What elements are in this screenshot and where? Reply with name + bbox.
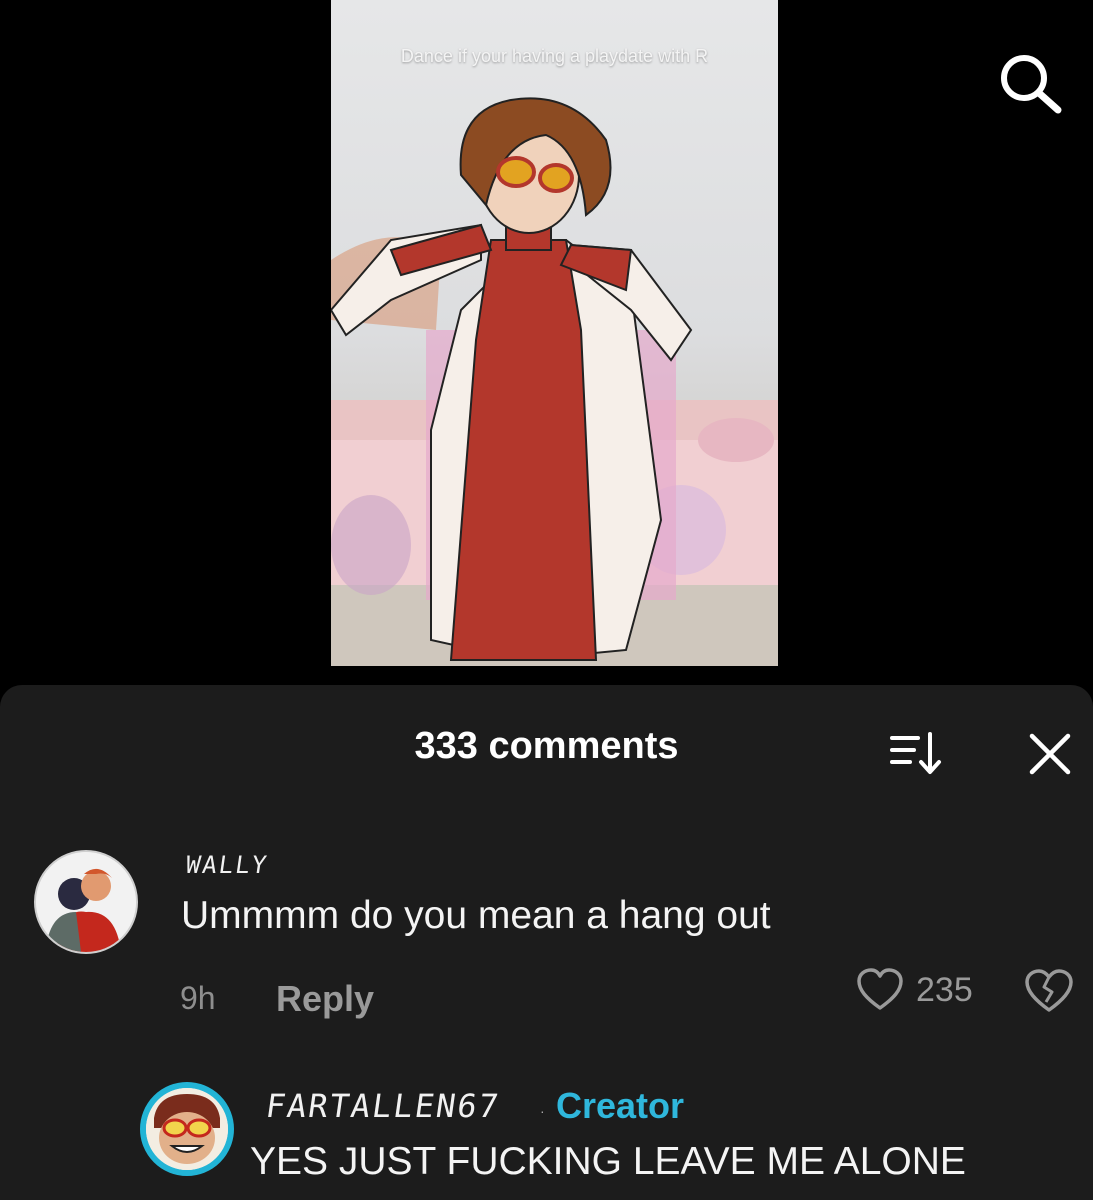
broken-heart-icon bbox=[1025, 969, 1073, 1012]
avatar[interactable] bbox=[34, 850, 138, 954]
comments-panel: 333 comments WALLY Ummmm do you mean a h… bbox=[0, 685, 1093, 1200]
comment-text: Ummmm do you mean a hang out bbox=[181, 894, 771, 937]
reply-button[interactable]: Reply bbox=[276, 978, 374, 1020]
avatar-image bbox=[146, 1088, 228, 1170]
comment-username[interactable]: FARTALLEN67 bbox=[263, 1087, 502, 1125]
close-icon bbox=[1029, 733, 1071, 775]
sort-icon bbox=[890, 732, 941, 774]
creator-avatar[interactable] bbox=[140, 1082, 234, 1176]
video-artwork bbox=[331, 97, 778, 666]
close-button[interactable] bbox=[1026, 730, 1074, 778]
like-button[interactable] bbox=[856, 968, 904, 1012]
search-button[interactable] bbox=[996, 52, 1066, 114]
comment-username[interactable]: WALLY bbox=[184, 851, 270, 879]
dislike-button[interactable] bbox=[1024, 968, 1074, 1014]
video-panel: Dance if your having a playdate with R bbox=[0, 0, 1093, 685]
heart-icon bbox=[857, 968, 903, 1010]
video-caption: Dance if your having a playdate with R bbox=[400, 46, 709, 66]
video-player[interactable]: Dance if your having a playdate with R bbox=[331, 0, 778, 666]
separator-dot: · bbox=[540, 1103, 545, 1119]
avatar-image bbox=[36, 852, 136, 952]
comment-text: YES JUST FUCKING LEAVE ME ALONE bbox=[250, 1140, 966, 1183]
search-icon bbox=[1001, 55, 1062, 114]
sort-button[interactable] bbox=[888, 730, 944, 778]
comment-timestamp: 9h bbox=[180, 980, 216, 1016]
like-count: 235 bbox=[916, 971, 973, 1009]
creator-badge: Creator bbox=[556, 1085, 685, 1126]
